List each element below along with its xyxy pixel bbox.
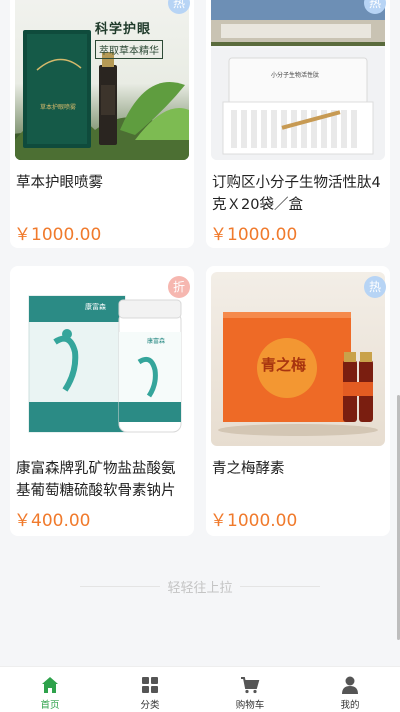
product-title[interactable]: 草本护眼喷雾 bbox=[16, 172, 188, 194]
product-image[interactable]: 青之梅 bbox=[211, 272, 385, 446]
divider-right bbox=[240, 586, 320, 587]
product-card[interactable]: 青之梅 热 青之梅酵素 ￥1000.00 bbox=[206, 266, 390, 536]
tab-label: 分类 bbox=[140, 700, 160, 711]
product-title[interactable]: 青之梅酵素 bbox=[212, 458, 384, 480]
pull-up-hint: 轻轻往上拉 bbox=[167, 581, 233, 596]
product-price: ￥1000.00 bbox=[210, 511, 298, 531]
tab-mine[interactable]: 我的 bbox=[300, 667, 400, 712]
product-image[interactable]: 小分子生物活性肽 bbox=[211, 0, 385, 160]
image-text-sub: 萃取草本精华 bbox=[95, 40, 163, 59]
image-box-label: 小分子生物活性肽 bbox=[271, 72, 320, 79]
image-bottle-label: 康富森 bbox=[147, 338, 166, 345]
tab-label: 首页 bbox=[40, 700, 60, 711]
bottom-tab-bar: 首页 分类 购物车 我的 bbox=[0, 666, 400, 712]
tab-label: 购物车 bbox=[235, 700, 265, 711]
cart-icon bbox=[241, 677, 260, 694]
category-grid-icon bbox=[142, 677, 158, 693]
home-icon bbox=[42, 677, 58, 693]
tab-home[interactable]: 首页 bbox=[0, 667, 100, 712]
image-brand: 康富森 bbox=[85, 303, 106, 311]
product-card[interactable]: 康富森 康富森 折 康富森牌乳矿物盐盐酸氨基葡萄糖硫酸软骨素钠片 ￥400.00 bbox=[10, 266, 194, 536]
product-title[interactable]: 康富森牌乳矿物盐盐酸氨基葡萄糖硫酸软骨素钠片 bbox=[16, 458, 188, 502]
discount-badge: 折 bbox=[168, 276, 190, 298]
product-price: ￥1000.00 bbox=[210, 225, 298, 245]
product-image[interactable]: 康富森 康富森 bbox=[15, 272, 189, 446]
image-box-label: 草本护眼喷雾 bbox=[39, 104, 76, 111]
tab-cart[interactable]: 购物车 bbox=[200, 667, 300, 712]
tab-label: 我的 bbox=[340, 700, 360, 711]
product-card[interactable]: 科学护眼 萃取草本精华 草本护眼喷雾 热 草本护眼喷雾 ￥1000.00 bbox=[10, 0, 194, 248]
product-card[interactable]: 小分子生物活性肽 热 订购区小分子生物活性肽4克Ｘ20袋／盒 ￥1000.00 bbox=[206, 0, 390, 248]
tab-category[interactable]: 分类 bbox=[100, 667, 200, 712]
product-title[interactable]: 订购区小分子生物活性肽4克Ｘ20袋／盒 bbox=[212, 172, 384, 216]
image-box-label: 青之梅 bbox=[261, 356, 307, 374]
image-text-top: 科学护眼 bbox=[95, 22, 152, 37]
product-price: ￥400.00 bbox=[14, 511, 91, 531]
user-icon bbox=[342, 676, 358, 694]
product-image[interactable]: 科学护眼 萃取草本精华 草本护眼喷雾 bbox=[15, 0, 189, 160]
hot-badge: 热 bbox=[364, 276, 386, 298]
product-price: ￥1000.00 bbox=[14, 225, 102, 245]
